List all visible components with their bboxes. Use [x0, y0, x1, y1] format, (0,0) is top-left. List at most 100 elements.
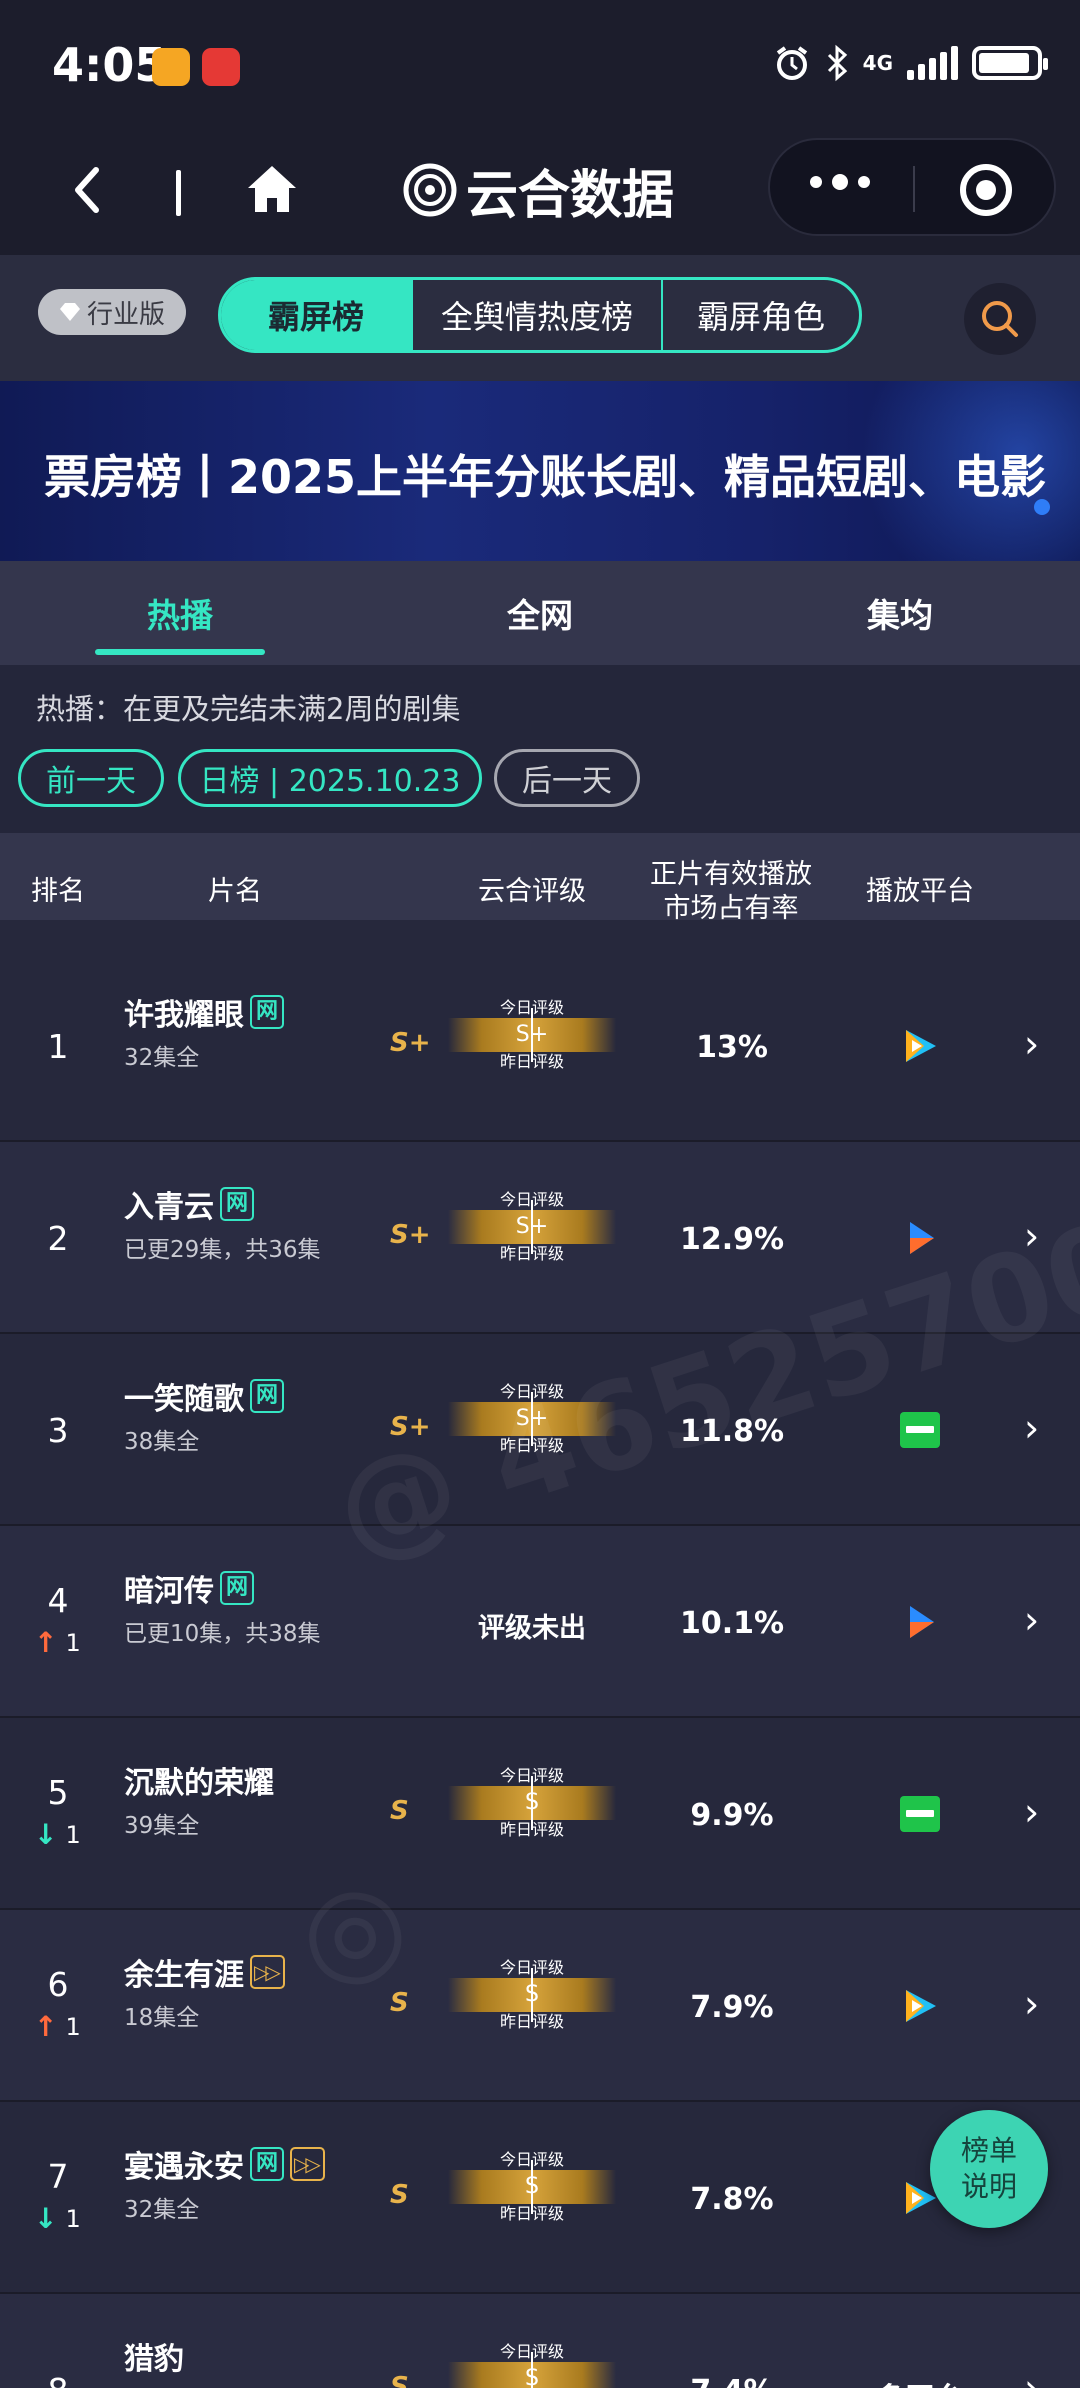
- grade-label: S: [390, 1988, 409, 2018]
- drama-title-text: 许我耀眼: [124, 998, 244, 1033]
- tab-avg[interactable]: 集均: [815, 561, 985, 665]
- rank-change: ↑ 1: [34, 1626, 81, 1659]
- iqiyi-icon: [900, 1796, 940, 1832]
- app-notification-icon: [152, 48, 190, 86]
- chevron-right-icon[interactable]: ›: [1024, 1790, 1039, 1834]
- episode-info: 39集全: [124, 1813, 200, 1839]
- grade-label: S: [390, 2372, 409, 2388]
- drama-title[interactable]: 沉默的荣耀: [124, 1758, 274, 1802]
- drama-title[interactable]: 许我耀眼网: [124, 990, 285, 1034]
- tencent-video-icon: [906, 1990, 936, 2022]
- search-button[interactable]: [964, 283, 1036, 355]
- grade-gauge: 今日评级 S+ 昨日评级: [448, 998, 616, 1072]
- market-share: 9.9%: [690, 1798, 774, 1833]
- rank-number: 1: [47, 1027, 69, 1066]
- drama-title-text: 入青云: [124, 1190, 214, 1225]
- chevron-right-icon[interactable]: ›: [1024, 1982, 1039, 2026]
- close-miniapp-icon[interactable]: [960, 164, 1012, 216]
- edition-label: 行业版: [86, 299, 165, 330]
- table-row[interactable]: 4 ↑ 1 暗河传网已更10集，共38集 评级未出 10.1% ›: [0, 1526, 1080, 1718]
- grade-bar-value: S+: [515, 1214, 549, 1239]
- grade-bar-value: S+: [515, 1022, 549, 1047]
- web-drama-tag: 网: [220, 1571, 255, 1605]
- float-line2: 说明: [960, 2170, 1017, 2203]
- prev-day-button[interactable]: 前一天: [18, 749, 164, 807]
- chevron-right-icon[interactable]: ›: [1024, 2366, 1039, 2388]
- grade-bar-value: S: [525, 1790, 539, 1815]
- diamond-icon: [59, 303, 80, 321]
- drama-title-text: 猎豹: [124, 2342, 184, 2377]
- banner-title: 票房榜丨2025上半年分账长剧、精品短剧、电影: [44, 450, 1047, 504]
- more-icon[interactable]: [810, 174, 870, 190]
- ranking-help-button[interactable]: 榜单 说明: [930, 2110, 1048, 2228]
- drama-title[interactable]: 余生有涯 ▷▷: [124, 1950, 285, 1994]
- grade-pending: 评级未出: [478, 1613, 586, 1644]
- page: { "status_bar": {"time": "4:05", "networ…: [0, 0, 1080, 2388]
- market-share: 13%: [696, 1030, 768, 1065]
- segment-ba-ping[interactable]: 霸屏榜: [221, 280, 411, 350]
- rank-change-value: 1: [65, 1628, 81, 1657]
- edition-badge[interactable]: 行业版: [38, 289, 186, 335]
- market-share: 7.4%: [660, 2374, 804, 2388]
- battery-icon: [972, 46, 1048, 80]
- arrow-up-icon: ↑: [34, 2010, 58, 2043]
- grade-bar: S+: [448, 1200, 616, 1254]
- rank-change-value: 1: [65, 2204, 81, 2233]
- drama-title[interactable]: 宴遇永安网 ▷▷: [124, 2142, 325, 2186]
- bluetooth-icon: [827, 44, 847, 82]
- episode-info: 已更29集，共36集: [124, 1237, 321, 1263]
- grade-bar-value: S: [525, 2366, 539, 2388]
- episode-info: 32集全: [124, 1045, 200, 1071]
- drama-title[interactable]: 暗河传网: [124, 1566, 255, 1610]
- rank-number: 8: [30, 2371, 86, 2388]
- table-row[interactable]: 6 ↑ 1 余生有涯▷▷ 18集全 S 今日评级 S 昨日评级 7.9% ›: [0, 1910, 1080, 2102]
- table-row[interactable]: 8 猎豹已更22集，共30集 S 今日评级 S 昨日评级 7.4% 多平台 ›: [0, 2294, 1080, 2388]
- tab-all[interactable]: 全网: [455, 561, 625, 665]
- grade-bar-value: S: [525, 2174, 539, 2199]
- chevron-right-icon[interactable]: ›: [1024, 1598, 1039, 1642]
- drama-title-text: 余生有涯: [124, 1958, 244, 1993]
- rank-change: ↓ 1: [34, 1818, 81, 1851]
- drama-title[interactable]: 入青云网: [124, 1182, 255, 1226]
- web-drama-tag: 网: [220, 1187, 255, 1221]
- segment-sentiment[interactable]: 全舆情热度榜: [411, 280, 661, 350]
- store-notification-icon: [202, 48, 240, 86]
- promo-banner[interactable]: 票房榜丨2025上半年分账长剧、精品短剧、电影: [0, 381, 1080, 561]
- grade-bar: S: [448, 1968, 616, 2022]
- grade-bar: S: [448, 1776, 616, 1830]
- status-time: 4:05: [52, 38, 167, 92]
- header-share-line1: 正片有效播放: [650, 858, 812, 890]
- nav-divider: [176, 170, 181, 216]
- rank-number: 3: [47, 1411, 69, 1450]
- capsule-divider: [913, 166, 915, 212]
- table-row[interactable]: 7 ↓ 1宴遇永安网▷▷32集全S 今日评级 S 昨日评级7.8%›: [0, 2102, 1080, 2294]
- episode-info: 38集全: [124, 1429, 200, 1455]
- market-share: 7.8%: [690, 2182, 774, 2217]
- rank-change-value: 1: [65, 1820, 81, 1849]
- rank-change-value: 1: [65, 2012, 81, 2041]
- status-bar: 4:05 4G: [0, 0, 1080, 130]
- drama-title-text: 一笑随歌: [124, 1382, 244, 1417]
- table-row[interactable]: 5 ↓ 1 沉默的荣耀 39集全 S 今日评级 S 昨日评级 9.9% ›: [0, 1718, 1080, 1910]
- date-selector[interactable]: 日榜 | 2025.10.23: [178, 749, 482, 807]
- chevron-right-icon[interactable]: ›: [1024, 1406, 1039, 1450]
- table-row[interactable]: 1 许我耀眼网 32集全 S+ 今日评级 S+ 昨日评级 13% ›: [0, 920, 1080, 1142]
- grade-gauge: 今日评级 S+ 昨日评级: [448, 1190, 616, 1264]
- arrow-down-icon: ↓: [34, 2202, 58, 2235]
- grade-label: S+: [390, 1028, 431, 1058]
- drama-title[interactable]: 猎豹: [124, 2334, 184, 2378]
- drama-title[interactable]: 一笑随歌网: [124, 1374, 285, 1418]
- back-icon[interactable]: [66, 160, 126, 220]
- youku-icon: [910, 1606, 934, 1638]
- iqiyi-icon: [900, 1412, 940, 1448]
- next-day-button[interactable]: 后一天: [494, 749, 640, 807]
- miniapp-capsule: [768, 138, 1056, 236]
- float-line1: 榜单: [960, 2134, 1017, 2167]
- segment-roles[interactable]: 霸屏角色: [661, 280, 859, 350]
- nav-bar: 云合数据: [0, 130, 1080, 255]
- chevron-right-icon[interactable]: ›: [1024, 1022, 1039, 1066]
- home-icon[interactable]: [242, 160, 302, 220]
- market-share: 10.1%: [679, 1606, 785, 1641]
- platform-multi: 多平台: [860, 2374, 980, 2388]
- drama-title-text: 宴遇永安: [124, 2150, 244, 2185]
